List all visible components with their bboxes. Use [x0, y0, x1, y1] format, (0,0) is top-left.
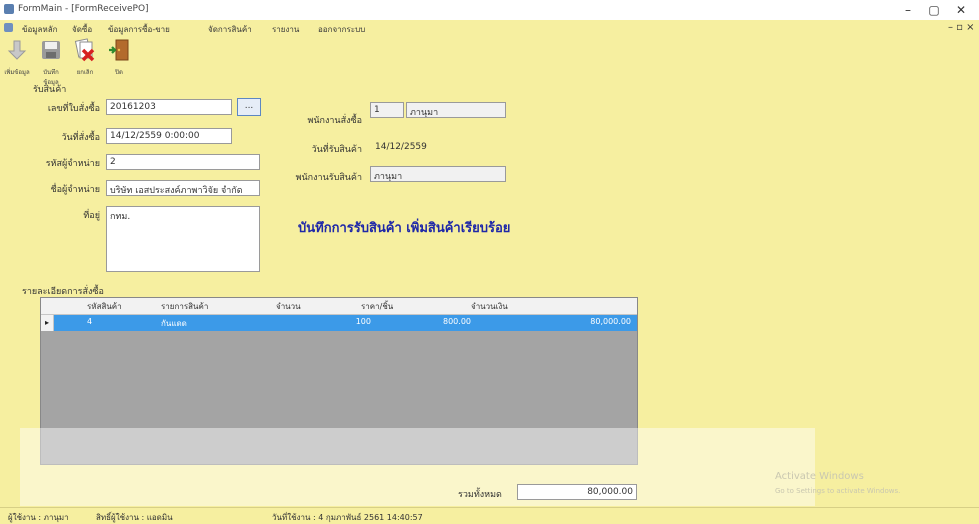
menu-buy-sell[interactable]: ข้อมูลการซื้อ-ขาย: [108, 23, 170, 36]
col-product-name[interactable]: รายการสินค้า: [161, 300, 208, 313]
cancel-icon: [74, 38, 95, 62]
col-quantity[interactable]: จำนวน: [276, 300, 301, 313]
add-button[interactable]: เพิ่มข้อมูล: [2, 36, 32, 76]
order-staff-label: พนักงานสั่งซื้อ: [307, 116, 362, 126]
row-indicator: ▸: [41, 315, 54, 331]
receive-date-label: วันที่รับสินค้า: [311, 145, 362, 155]
cancel-button-label: ยกเลิก: [76, 69, 94, 76]
add-button-label: เพิ่มข้อมูล: [4, 69, 30, 76]
maximize-button[interactable]: ▢: [923, 2, 945, 18]
save-icon: [42, 41, 60, 59]
minimize-button[interactable]: –: [897, 2, 919, 18]
menu-logout[interactable]: ออกจากระบบ: [318, 23, 365, 36]
col-unit-price[interactable]: ราคา/ชิ้น: [361, 300, 393, 313]
menu-bar: ข้อมูลหลัก จัดซื้อ ข้อมูลการซื้อ-ขาย จัด…: [0, 20, 979, 36]
order-staff-name-field[interactable]: ภานุมา: [406, 102, 506, 118]
exit-button-label: ปิด: [115, 69, 123, 76]
table-row[interactable]: ▸ 4 กันแดด 100 800.00 80,000.00: [41, 315, 637, 331]
supplier-id-label: รหัสผู้จำหน่าย: [45, 159, 100, 169]
exit-door-icon: [109, 39, 129, 61]
status-bar: ผู้ใช้งาน : ภานุมา สิทธิ์ผู้ใช้งาน : แอด…: [0, 507, 979, 524]
col-product-code[interactable]: รหัสสินค้า: [87, 300, 122, 313]
po-number-label: เลขที่ใบสั่งซื้อ: [47, 104, 100, 114]
toolbar: เพิ่มข้อมูล บันทึกข้อมูล ยกเลิก ปิด: [0, 36, 160, 86]
supplier-name-field[interactable]: บริษัท เอสประสงค์ภาพาวิจัย จำกัด: [106, 180, 260, 196]
supplier-name-label: ชื่อผู้จำหน่าย: [50, 185, 100, 195]
translucent-overlay: [20, 428, 815, 506]
title-bar: FormMain - [FormReceivePO] – ▢ ✕: [0, 0, 979, 21]
order-date-label: วันที่สั่งซื้อ: [61, 133, 100, 143]
section-receive-label: รับสินค้า: [33, 85, 67, 95]
col-amount[interactable]: จำนวนเงิน: [471, 300, 508, 313]
mdi-child-icon: [4, 23, 13, 32]
exit-button[interactable]: ปิด: [104, 36, 134, 76]
status-user: ผู้ใช้งาน : ภานุมา: [8, 513, 69, 522]
order-date-field[interactable]: 14/12/2559 0:00:00: [106, 128, 232, 144]
status-datetime: วันที่ใช้งาน : 4 กุมภาพันธ์ 2561 14:40:5…: [272, 513, 423, 522]
order-staff-id-field[interactable]: 1: [370, 102, 404, 118]
cell-product-name[interactable]: กันแดด: [161, 317, 187, 330]
address-label: ที่อยู่: [83, 211, 100, 221]
total-label: รวมทั้งหมด: [458, 490, 502, 500]
cell-product-code[interactable]: 4: [87, 317, 92, 326]
activate-windows-hint: Go to Settings to activate Windows.: [775, 487, 901, 495]
activate-windows-watermark: Activate Windows: [775, 471, 864, 482]
receive-date-value: 14/12/2559: [375, 142, 427, 152]
po-number-field[interactable]: 20161203: [106, 99, 232, 115]
browse-po-button[interactable]: ...: [237, 98, 261, 116]
status-role: สิทธิ์ผู้ใช้งาน : แอดมิน: [96, 513, 173, 522]
cell-unit-price[interactable]: 800.00: [421, 317, 471, 326]
status-message: บันทึกการรับสินค้า เพิ่มสินค้าเรียบร้อย: [298, 221, 511, 236]
save-button[interactable]: บันทึกข้อมูล: [36, 36, 66, 86]
cell-amount[interactable]: 80,000.00: [561, 317, 631, 326]
receive-staff-field[interactable]: ภานุมา: [370, 166, 506, 182]
add-icon: [7, 40, 27, 60]
total-field[interactable]: 80,000.00: [517, 484, 637, 500]
receive-staff-label: พนักงานรับสินค้า: [295, 173, 362, 183]
close-button[interactable]: ✕: [950, 2, 972, 18]
window-title: FormMain - [FormReceivePO]: [18, 4, 149, 14]
menu-manage-products[interactable]: จัดการสินค้า: [208, 23, 252, 36]
grid-header: รหัสสินค้า รายการสินค้า จำนวน ราคา/ชิ้น …: [41, 298, 637, 315]
address-field[interactable]: กทม.: [106, 206, 260, 272]
menu-master-data[interactable]: ข้อมูลหลัก: [22, 23, 57, 36]
cancel-button[interactable]: ยกเลิก: [70, 36, 100, 76]
mdi-window-controls[interactable]: – ▫ ×: [948, 22, 975, 33]
supplier-id-field[interactable]: 2: [106, 154, 260, 170]
cell-quantity[interactable]: 100: [331, 317, 371, 326]
menu-reports[interactable]: รายงาน: [272, 23, 299, 36]
app-icon: [4, 4, 14, 14]
details-section-label: รายละเอียดการสั่งซื้อ: [22, 287, 104, 297]
menu-purchasing[interactable]: จัดซื้อ: [72, 23, 92, 36]
